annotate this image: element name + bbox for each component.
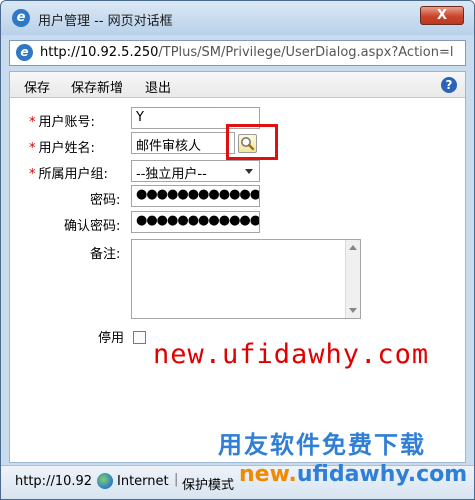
exit-button[interactable]: 退出 (145, 77, 171, 96)
disable-checkbox[interactable] (133, 331, 146, 344)
password-input[interactable]: ●●●●●●●●●●●●●●●●●●●● (131, 185, 260, 207)
status-url: http://10.92 (15, 474, 93, 489)
remark-textarea[interactable] (131, 239, 361, 319)
confirm-password-input[interactable]: ●●●●●●●●●●●●●●●●●●●● (131, 211, 260, 233)
watermark-prefix: new. (239, 462, 297, 487)
dialog-content: 保存 保存新增 退出 ? * 用户账号: Y * 用户姓名: 邮件审核人 * 所属用户… (9, 71, 466, 463)
status-zone: Internet (117, 474, 169, 489)
save-new-button[interactable]: 保存新增 (71, 77, 123, 96)
address-path: /TPlus/SM/Privilege/UserDialog.aspx?Acti… (158, 45, 454, 60)
disable-label: 停用 (98, 331, 125, 346)
remark-scrollbar[interactable] (345, 240, 360, 318)
group-label-text: 所属用户组: (38, 167, 108, 182)
status-protected-mode: 保护模式 (182, 478, 235, 493)
close-button[interactable]: X (420, 6, 464, 25)
name-label: * 用户姓名: (29, 137, 95, 156)
watermark-slogan: 用友软件免费下载 (218, 431, 426, 459)
name-input[interactable]: 邮件审核人 (131, 132, 235, 154)
page-icon: e (16, 44, 33, 61)
chevron-down-icon (245, 169, 253, 174)
account-label: * 用户账号: (29, 111, 95, 130)
password-label: 密码: (90, 193, 121, 208)
name-label-text: 用户姓名: (38, 141, 95, 156)
address-text[interactable]: http://10.92.5.250/TPlus/SM/Privilege/Us… (40, 45, 454, 60)
globe-icon (97, 473, 113, 489)
scroll-up-icon[interactable] (349, 245, 357, 250)
watermark-site: new.ufidawhy.com (153, 339, 430, 370)
address-bar[interactable]: e http://10.92.5.250/TPlus/SM/Privilege/… (9, 40, 466, 66)
confirm-password-label: 确认密码: (64, 219, 121, 234)
help-icon[interactable]: ? (441, 77, 457, 93)
status-separator: | (174, 472, 179, 487)
required-mark: * (29, 115, 36, 130)
dialog-window: e 用户管理 -- 网页对话框 X e http://10.92.5.250/T… (0, 0, 475, 500)
save-button[interactable]: 保存 (24, 77, 50, 96)
group-select-value: --独立用户-- (136, 167, 207, 182)
highlight-box (226, 124, 278, 160)
toolbar: 保存 保存新增 退出 ? (10, 72, 465, 98)
watermark-rest: ufidawhy.com (296, 462, 468, 487)
title-bar: e 用户管理 -- 网页对话框 X (1, 1, 474, 35)
scroll-down-icon[interactable] (349, 308, 357, 313)
group-select[interactable]: --独立用户-- (131, 160, 260, 182)
window-title: 用户管理 -- 网页对话框 (38, 14, 173, 29)
address-host: http://10.92.5.250 (40, 45, 159, 60)
remark-label: 备注: (90, 247, 121, 262)
group-label: * 所属用户组: (29, 163, 108, 182)
account-label-text: 用户账号: (38, 115, 95, 130)
required-mark: * (29, 167, 36, 182)
watermark-site-footer: new.ufidawhy.com (239, 462, 467, 487)
ie-icon: e (12, 9, 30, 27)
required-mark: * (29, 141, 36, 156)
